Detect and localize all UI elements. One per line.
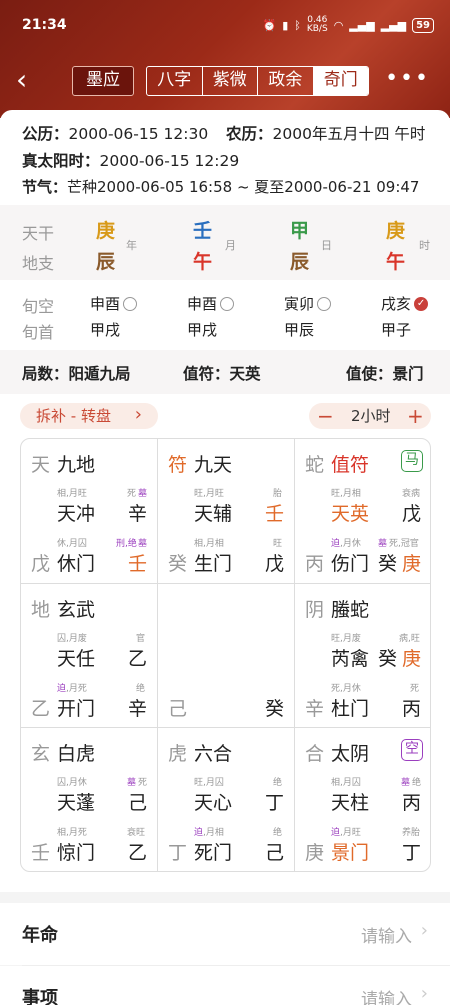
zhishi: 值使：景门 xyxy=(346,365,424,383)
year-zhi: 辰 xyxy=(96,251,116,273)
info-nongli: 农历：2000年五月十四 午时 xyxy=(226,125,426,143)
palace-6[interactable]: 阴 螣蛇 旺,月废 病,旺 芮禽 癸 庚 死,月休 死 辛 杜门 丙 xyxy=(295,584,430,729)
chevron-right-icon: › xyxy=(134,404,142,425)
day-zhi: 辰 xyxy=(290,251,310,273)
nianming-input[interactable]: 请输入 xyxy=(361,922,412,947)
year-pos: 年 xyxy=(126,239,137,252)
xunkong-label: 旬空 xyxy=(22,297,55,316)
horse-badge: 马 xyxy=(401,450,423,472)
chevron-right-icon: › xyxy=(420,920,428,941)
interval-value: 2小时 xyxy=(351,407,391,425)
zhifu: 值符：天英 xyxy=(183,365,261,383)
ju-bar: 局数：阳遁九局 值符：天英 值使：景门 xyxy=(0,350,450,394)
xunkong-option-4[interactable]: 戌亥 ✓ xyxy=(381,293,429,314)
xunkong-option-2[interactable]: 申酉 xyxy=(187,293,235,314)
palace-2[interactable]: 符 九天 旺,月旺 胎 天辅 壬 相,月相 旺 癸 生门 戊 xyxy=(158,439,295,584)
radio-icon[interactable] xyxy=(317,296,332,311)
xunkong-option-3[interactable]: 寅卯 xyxy=(284,293,332,314)
palace-4[interactable]: 地 玄武 囚,月废 官 天任 乙 迫 ,月死 绝 乙 开门 辛 xyxy=(21,583,158,729)
radio-checked-icon[interactable]: ✓ xyxy=(414,296,429,311)
tab-bar: 八字 紫微 政余 奇门 xyxy=(146,66,369,96)
battery-icon: 59 xyxy=(412,17,434,33)
status-bar: 21:34 ⏰ ▮ ᛒ 0.46 KB/S ◠ ▂▄▆ ▂▄▆ 59 xyxy=(0,0,450,40)
month-gan: 壬 xyxy=(193,220,213,242)
palace-8[interactable]: 虎 六合 旺,月囚 绝 天心 丁 迫 ,月相 绝 丁 死门 己 xyxy=(158,728,295,871)
bluetooth-icon: ᛒ xyxy=(294,18,301,32)
info-jieqi: 节气：芒种2000-06-05 16:58 ~ 夏至2000-06-21 09:… xyxy=(22,178,420,196)
back-icon[interactable]: ‹ xyxy=(16,60,46,100)
shixiang-row[interactable]: 事项 请输入 › xyxy=(0,966,450,1005)
tiangan-label: 天干 xyxy=(22,224,55,243)
xunshou-4: 甲子 xyxy=(381,321,412,339)
tab-qimen[interactable]: 奇门 xyxy=(313,67,368,95)
mo-ying-button[interactable]: 墨应 xyxy=(72,66,134,96)
tab-bazi[interactable]: 八字 xyxy=(147,67,203,95)
xunshou-1: 甲戌 xyxy=(90,321,121,339)
tab-ziwei[interactable]: 紫微 xyxy=(203,67,258,95)
palace-7[interactable]: 玄 白虎 囚,月休 墓 死 天蓬 己 相,月死 衰旺 壬 惊门 乙 xyxy=(21,728,158,871)
shixiang-input[interactable]: 请输入 xyxy=(361,985,412,1005)
wifi-icon: ◠ xyxy=(333,18,344,32)
hour-pos: 时 xyxy=(419,239,430,252)
signal2-icon: ▂▄▆ xyxy=(380,18,407,32)
qimen-grid: 天 九地 相,月旺 死 墓 天冲 辛 休,月囚 刑,绝 墓 戊 休门 壬 符 九… xyxy=(20,438,431,872)
palace-3[interactable]: 蛇 值符 马 旺,月相 衰病 天英 戊 迫 ,月休 墓 死,冠官 丙 伤门 癸 … xyxy=(295,439,430,584)
status-time: 21:34 xyxy=(22,17,67,33)
pillars-section: 天干 地支 庚 辰 年 壬 午 月 甲 辰 日 庚 午 时 xyxy=(0,205,450,280)
nianming-row[interactable]: 年命 请输入 › xyxy=(0,903,450,965)
hour-zhi: 午 xyxy=(386,251,406,273)
minus-button[interactable]: − xyxy=(317,403,334,429)
kong-badge: 空 xyxy=(401,739,423,762)
vibrate-icon: ▮ xyxy=(282,18,289,32)
radio-icon[interactable] xyxy=(220,296,235,311)
info-zty: 真太阳时：2000-06-15 12:29 xyxy=(22,152,240,170)
alarm-icon: ⏰ xyxy=(262,18,277,32)
interval-stepper: − 2小时 + xyxy=(309,403,431,429)
month-pos: 月 xyxy=(225,239,236,252)
day-pos: 日 xyxy=(321,239,332,252)
palace-5[interactable]: 己 癸 xyxy=(158,583,295,729)
palace-9[interactable]: 合 太阴 空 相,月囚 墓 绝 天柱 丙 迫 ,月旺 养胎 庚 景门 丁 xyxy=(295,728,430,871)
jushu: 局数：阳遁九局 xyxy=(22,365,131,383)
hour-gan: 庚 xyxy=(386,220,406,242)
month-zhi: 午 xyxy=(193,251,213,273)
signal-icon: ▂▄▆ xyxy=(349,18,375,32)
nianming-label: 年命 xyxy=(22,925,58,946)
xunshou-3: 甲辰 xyxy=(284,321,315,339)
info-gongli: 公历：2000-06-15 12:30 xyxy=(22,125,209,143)
chevron-right-icon: › xyxy=(420,983,428,1004)
dizhi-label: 地支 xyxy=(22,254,55,273)
xunkong-option-1[interactable]: 申酉 xyxy=(90,293,138,314)
year-gan: 庚 xyxy=(96,220,116,242)
radio-icon[interactable] xyxy=(123,296,138,311)
status-icons: ⏰ ▮ ᛒ 0.46 KB/S ◠ ▂▄▆ ▂▄▆ 59 xyxy=(262,16,434,34)
xunshou-label: 旬首 xyxy=(22,323,55,342)
shixiang-label: 事项 xyxy=(22,988,58,1005)
chaibu-zhuanpan-button[interactable]: 拆补 - 转盘 › xyxy=(20,403,158,429)
day-gan: 甲 xyxy=(290,220,310,242)
navbar: ‹ 墨应 八字 紫微 政余 奇门 ••• xyxy=(0,60,450,104)
palace-1[interactable]: 天 九地 相,月旺 死 墓 天冲 辛 休,月囚 刑,绝 墓 戊 休门 壬 xyxy=(21,439,158,584)
tab-zhengyu[interactable]: 政余 xyxy=(258,67,314,95)
plus-button[interactable]: + xyxy=(407,403,424,429)
network-speed: 0.46 KB/S xyxy=(306,15,328,34)
more-icon[interactable]: ••• xyxy=(385,60,430,98)
xunshou-2: 甲戌 xyxy=(187,321,218,339)
